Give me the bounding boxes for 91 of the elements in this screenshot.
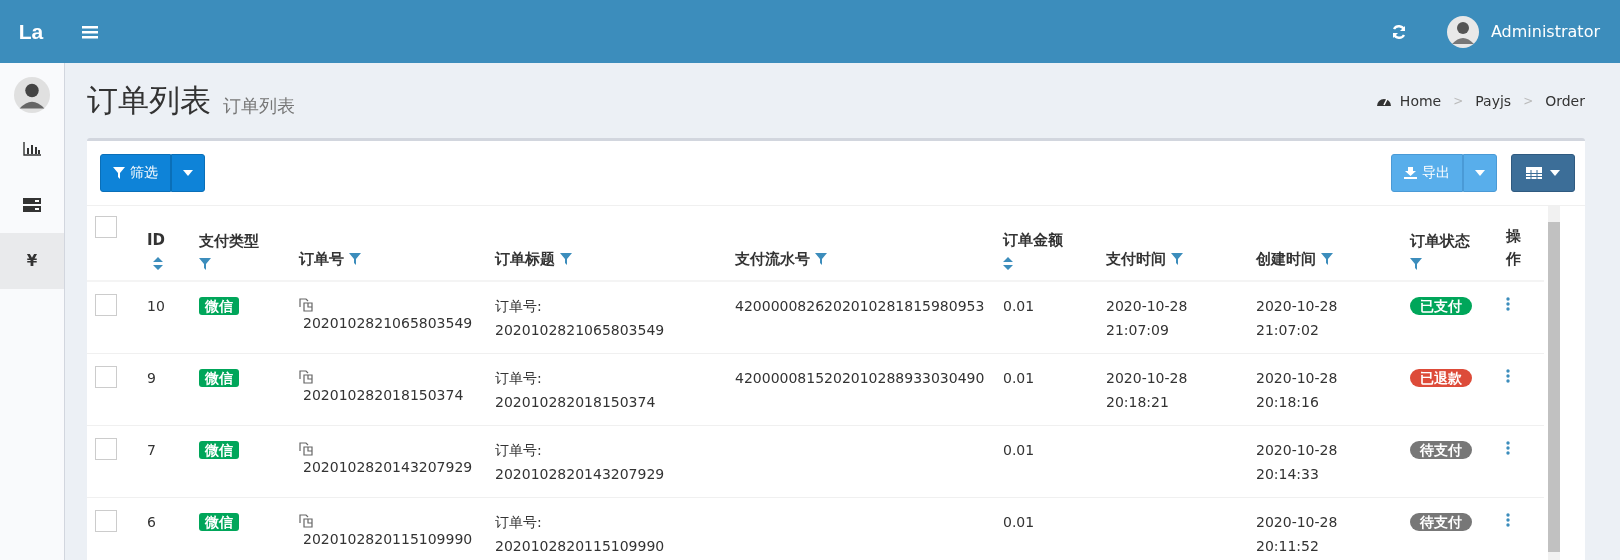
- table-cell-text: 订单号: 2020102821065803549: [495, 297, 665, 340]
- column-header: 创建时间: [1248, 206, 1402, 281]
- column-header: ID: [139, 206, 191, 281]
- copy-icon[interactable]: [299, 370, 313, 384]
- table-cell-text: 2020-10-28 20:14:33: [1256, 441, 1339, 484]
- filter-icon: [113, 167, 125, 179]
- table-icon: [1526, 167, 1542, 179]
- column-header: 订单金额: [995, 206, 1098, 281]
- status-badge: 已退款: [1410, 369, 1472, 387]
- status-badge: 待支付: [1410, 441, 1472, 459]
- row-checkbox[interactable]: [95, 510, 117, 532]
- column-header: 支付类型: [191, 206, 291, 281]
- row-checkbox[interactable]: [95, 294, 117, 316]
- status-badge: 已支付: [1410, 297, 1472, 315]
- filter-icon[interactable]: [560, 253, 573, 265]
- more-options-icon[interactable]: [1506, 297, 1510, 311]
- breadcrumb-link[interactable]: Order: [1545, 92, 1585, 109]
- page-subtitle: 订单列表: [223, 93, 295, 118]
- dropdown-button[interactable]: [171, 154, 205, 192]
- column-header: 支付时间: [1098, 206, 1248, 281]
- payment-type-tag: 微信: [199, 369, 239, 387]
- bar-chart-icon: [23, 142, 41, 156]
- filter-icon[interactable]: [199, 258, 211, 270]
- column-header: 支付流水号: [727, 206, 995, 281]
- sort-icon[interactable]: [1003, 257, 1013, 270]
- breadcrumb-link[interactable]: Home: [1399, 92, 1442, 109]
- sort-icon[interactable]: [153, 257, 163, 270]
- column-header: 操作: [1498, 206, 1544, 281]
- table-cell-text: 202010282018150374: [303, 386, 465, 405]
- table-cell-text: 2020-10-28 21:07:09: [1106, 297, 1189, 340]
- user-name[interactable]: Administrator: [1490, 22, 1600, 41]
- row-checkbox[interactable]: [95, 438, 117, 460]
- filter-icon[interactable]: [349, 253, 362, 265]
- table-cell: 6: [147, 514, 156, 530]
- column-header: 订单状态: [1402, 206, 1498, 281]
- table-cell-text: 订单号: 2020102820143207929: [495, 441, 665, 484]
- table-cell: 0.01: [1003, 442, 1035, 458]
- breadcrumb-separator: >: [1453, 93, 1464, 108]
- copy-icon[interactable]: [299, 298, 313, 312]
- table-cell-text: 2020-10-28 20:18:21: [1106, 369, 1189, 412]
- table-cell-text: 订单号: 2020102820115109990: [495, 513, 665, 556]
- sidebar-item[interactable]: ¥: [0, 233, 64, 289]
- caret-icon: [1550, 170, 1560, 176]
- table-cell: 10: [147, 298, 165, 314]
- table-cell: 7: [147, 442, 156, 458]
- table-cell: 4200000815202010288933030490: [735, 370, 985, 386]
- table-cell: 0.01: [1003, 370, 1035, 386]
- avatar[interactable]: [1446, 15, 1479, 48]
- table-cell-text: 订单号: 202010282018150374: [495, 369, 657, 412]
- breadcrumb-link[interactable]: Payjs: [1475, 92, 1512, 109]
- page-title: 订单列表: [87, 80, 211, 120]
- status-badge: 待支付: [1410, 513, 1472, 531]
- payment-type-tag: 微信: [199, 297, 239, 315]
- filter-icon[interactable]: [815, 253, 828, 265]
- caret-icon: [183, 170, 193, 176]
- dropdown-button[interactable]: [1463, 154, 1497, 192]
- more-options-icon[interactable]: [1506, 513, 1510, 527]
- payment-type-tag: 微信: [199, 441, 239, 459]
- table-cell: 4200000826202010281815980953: [735, 298, 985, 314]
- table-cell-text: 2020102820143207929: [303, 458, 474, 477]
- logo[interactable]: La: [0, 19, 62, 44]
- refresh-icon[interactable]: [1390, 23, 1407, 40]
- row-checkbox[interactable]: [95, 366, 117, 388]
- table-cell-text: 2020-10-28 20:18:16: [1256, 369, 1339, 412]
- filter-button[interactable]: 筛选: [100, 154, 171, 192]
- table-cell-text: 2020-10-28 20:11:52: [1256, 513, 1339, 556]
- download-icon: [1404, 167, 1417, 179]
- table-cell-text: 2020-10-28 21:07:02: [1256, 297, 1339, 340]
- columns-button[interactable]: [1511, 154, 1575, 192]
- copy-icon[interactable]: [299, 442, 313, 456]
- more-options-icon[interactable]: [1506, 441, 1510, 455]
- table-cell: 9: [147, 370, 156, 386]
- filter-icon[interactable]: [1321, 253, 1334, 265]
- caret-icon: [1475, 170, 1485, 176]
- menu-icon[interactable]: [82, 24, 98, 39]
- table-cell-text: 2020102820115109990: [303, 530, 474, 549]
- table-cell-text: 2020102821065803549: [303, 314, 474, 333]
- column-header: 订单标题: [487, 206, 727, 281]
- filter-icon[interactable]: [1410, 258, 1422, 270]
- breadcrumb-separator: >: [1523, 93, 1534, 108]
- table-cell: 0.01: [1003, 298, 1035, 314]
- table-cell: 0.01: [1003, 514, 1035, 530]
- copy-icon[interactable]: [299, 514, 313, 528]
- filter-icon[interactable]: [1171, 253, 1184, 265]
- more-options-icon[interactable]: [1506, 369, 1510, 383]
- select-all-checkbox[interactable]: [95, 216, 117, 238]
- avatar: [14, 77, 50, 113]
- payment-type-tag: 微信: [199, 513, 239, 531]
- scrollbar[interactable]: [1548, 206, 1560, 560]
- server-icon: [23, 198, 41, 212]
- column-header: 订单号: [291, 206, 487, 281]
